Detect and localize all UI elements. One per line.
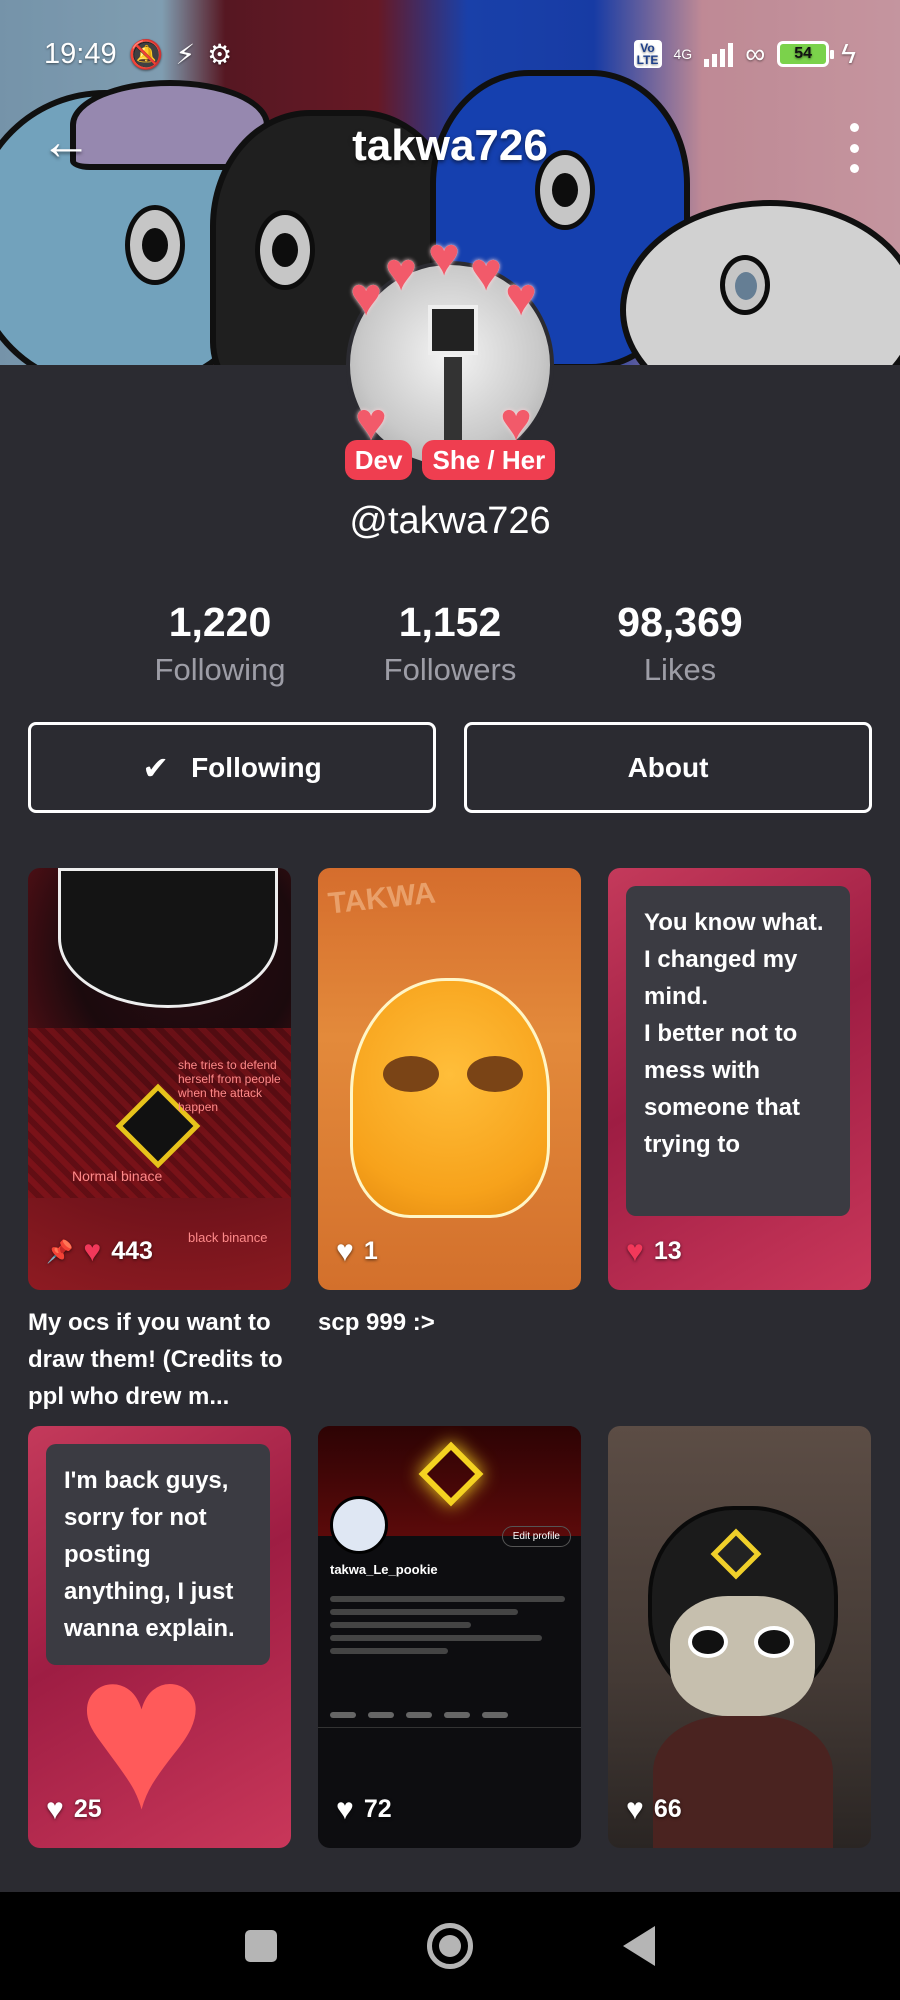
like-count: 66 <box>653 1795 682 1823</box>
charging-icon: ϟ <box>841 38 856 69</box>
back-triangle-icon[interactable] <box>623 1926 655 1966</box>
profile-handle: @takwa726 <box>349 500 551 542</box>
network-type: 4G <box>673 46 693 62</box>
flash-icon: ⚡ <box>175 39 196 70</box>
system-navigation-bar <box>0 1892 900 2000</box>
page-title: takwa726 <box>352 121 548 170</box>
post-caption <box>608 1290 871 1426</box>
hotspot-icon: ∞ <box>745 38 766 69</box>
profile-stats: 1,220 Following 1,152 Followers 98,369 L… <box>0 596 900 692</box>
post-text-card-body: You know what. I changed my mind. I bett… <box>644 909 824 1158</box>
pin-icon: 📌 <box>46 1238 74 1264</box>
post-text-card: I'm back guys, sorry for not posting any… <box>46 1444 270 1665</box>
like-count: 72 <box>363 1795 392 1823</box>
volte-icon: Vo LTE <box>633 40 662 68</box>
stat-followers-count: 1,152 <box>398 599 502 645</box>
badge-dev: Dev <box>344 440 413 480</box>
stat-likes-count: 98,369 <box>617 599 743 645</box>
more-options-icon[interactable] <box>846 123 862 173</box>
post-item[interactable]: TAKWA ♥ 1 scp 999 :> <box>318 868 581 1426</box>
recent-apps-icon[interactable] <box>245 1930 277 1962</box>
about-button-label: About <box>627 751 709 783</box>
post-thumbnail[interactable]: TAKWA ♥ 1 <box>318 868 581 1290</box>
status-bar: 19:49 🔕 ⚡ ⚙ Vo LTE 4G ∞ 54 ϟ <box>0 0 900 110</box>
post-item[interactable]: Edit profile takwa_Le_pookie ♥ 72 <box>318 1426 581 1848</box>
post-thumbnail[interactable]: ♥ 66 <box>608 1426 871 1848</box>
profile-header: ← takwa726 <box>0 115 900 185</box>
screenshot-username: takwa_Le_pookie <box>330 1562 438 1577</box>
post-item[interactable]: she tries to defend herself from people … <box>28 868 291 1426</box>
stat-following-label: Following <box>154 652 286 687</box>
heart-icon: ♥ <box>336 1792 354 1826</box>
post-thumbnail[interactable]: Edit profile takwa_Le_pookie ♥ 72 <box>318 1426 581 1848</box>
posts-grid: she tries to defend herself from people … <box>28 868 872 1848</box>
settings-gear-icon: ⚙ <box>207 39 233 70</box>
screenshot-edit-profile: Edit profile <box>501 1526 571 1547</box>
heart-icon: ♥ <box>626 1792 644 1826</box>
notifications-muted-icon: 🔕 <box>128 39 164 70</box>
stat-likes: 98,369 Likes <box>565 596 795 692</box>
status-time: 19:49 <box>44 38 117 70</box>
post-item[interactable]: ♥ I'm back guys, sorry for not posting a… <box>28 1426 291 1848</box>
art-normal-text: Normal binace <box>72 1168 163 1184</box>
like-count: 1 <box>363 1237 378 1265</box>
stat-following[interactable]: 1,220 Following <box>105 596 335 692</box>
post-caption: scp 999 :> <box>318 1309 435 1336</box>
heart-icon: ♥ <box>83 1234 102 1268</box>
post-item[interactable]: ♥ 66 <box>608 1426 871 1848</box>
post-thumbnail[interactable]: ♥ I'm back guys, sorry for not posting a… <box>28 1426 291 1848</box>
post-text-card-body: I'm back guys, sorry for not posting any… <box>64 1467 235 1642</box>
art-note-text: she tries to defend herself from people … <box>178 1058 281 1114</box>
profile-actions: ✔ Following About <box>28 722 872 813</box>
following-button-label: Following <box>191 751 322 783</box>
following-button[interactable]: ✔ Following <box>28 722 436 813</box>
post-thumbnail[interactable]: You know what. I changed my mind. I bett… <box>608 868 871 1290</box>
heart-icon: ♥ <box>46 1792 64 1826</box>
battery-icon: 54 <box>777 41 835 67</box>
stat-following-count: 1,220 <box>168 599 272 645</box>
like-count: 443 <box>111 1237 153 1265</box>
art-black-text: black binance <box>188 1230 268 1245</box>
heart-icon: ♥ <box>626 1234 644 1268</box>
about-button[interactable]: About <box>464 722 872 813</box>
post-caption: My ocs if you want to draw them! (Credit… <box>28 1309 283 1410</box>
like-count: 25 <box>73 1795 102 1823</box>
profile-badges: Dev She / Her <box>344 440 556 480</box>
stat-followers[interactable]: 1,152 Followers <box>335 596 565 692</box>
post-text-card: You know what. I changed my mind. I bett… <box>626 886 850 1216</box>
home-icon[interactable] <box>427 1923 473 1969</box>
signal-strength-icon <box>704 41 734 67</box>
stat-followers-label: Followers <box>383 652 517 687</box>
post-thumbnail[interactable]: she tries to defend herself from people … <box>28 868 291 1290</box>
stat-likes-label: Likes <box>643 652 717 687</box>
art-signature: TAKWA <box>326 876 438 921</box>
heart-icon: ♥ <box>336 1234 354 1268</box>
like-count: 13 <box>653 1237 682 1265</box>
badge-pronouns: She / Her <box>422 440 556 480</box>
checkmark-icon: ✔ <box>142 749 170 786</box>
post-item[interactable]: You know what. I changed my mind. I bett… <box>608 868 871 1426</box>
